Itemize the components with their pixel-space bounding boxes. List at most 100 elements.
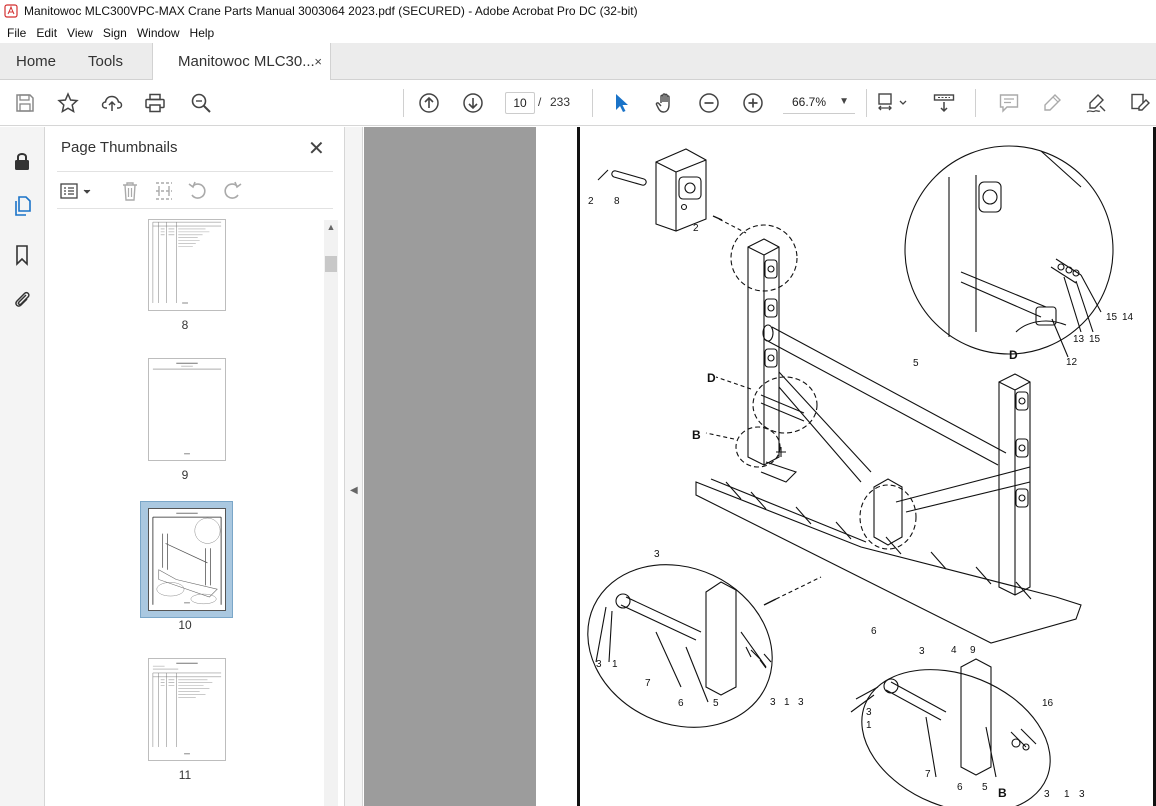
extract-pages-icon[interactable] xyxy=(153,180,175,202)
zoom-value: 66.7% xyxy=(792,95,827,109)
menu-bar: File Edit View Sign Window Help xyxy=(0,22,1156,43)
upload-icon[interactable] xyxy=(100,92,124,114)
chevron-down-icon: ▼ xyxy=(839,96,849,107)
callout-label: 5 xyxy=(982,782,988,793)
callout-label: 15 xyxy=(1106,312,1118,323)
rotate-right-icon[interactable] xyxy=(221,180,243,202)
callout-label: 1 xyxy=(1064,789,1070,800)
options-menu-icon[interactable] xyxy=(59,180,95,202)
toolbar-divider xyxy=(403,89,404,117)
hand-icon[interactable] xyxy=(653,92,677,114)
sign-icon[interactable] xyxy=(1084,92,1108,114)
highlight-icon[interactable] xyxy=(1040,92,1064,114)
page-down-icon[interactable] xyxy=(461,92,485,114)
nav-rail xyxy=(0,127,45,806)
window-title: Manitowoc MLC300VPC-MAX Crane Parts Manu… xyxy=(24,4,638,18)
pdf-page: 2 8 2 D B 5 D 13 15 15 14 12 3 3 1 7 6 5… xyxy=(536,127,1156,806)
scroll-up-icon[interactable]: ▲ xyxy=(324,222,338,234)
tab-tools[interactable]: Tools xyxy=(88,43,123,80)
lock-icon[interactable] xyxy=(10,149,34,173)
callout-label: 14 xyxy=(1122,312,1134,323)
menu-file[interactable]: File xyxy=(2,26,31,40)
scroll-mode-icon[interactable] xyxy=(932,92,956,114)
title-bar: Manitowoc MLC300VPC-MAX Crane Parts Manu… xyxy=(0,0,1156,22)
page-thumbnails-icon[interactable] xyxy=(10,194,34,218)
callout-label: 3 xyxy=(919,646,925,657)
find-icon[interactable] xyxy=(189,92,213,114)
callout-label: 3 xyxy=(866,707,872,718)
callout-label: 5 xyxy=(713,698,719,709)
thumbnail-label: 10 xyxy=(178,618,192,632)
fit-page-icon[interactable] xyxy=(876,92,910,114)
callout-label: 3 xyxy=(1079,789,1085,800)
callout-label: 9 xyxy=(970,645,976,656)
callout-label: 15 xyxy=(1089,334,1101,345)
menu-edit[interactable]: Edit xyxy=(31,26,62,40)
menu-help[interactable]: Help xyxy=(185,26,220,40)
save-icon[interactable] xyxy=(13,92,37,114)
scrollbar-thumb[interactable] xyxy=(325,256,337,272)
tab-document[interactable]: Manitowoc MLC30... × xyxy=(152,43,331,80)
tab-home[interactable]: Home xyxy=(16,43,56,80)
callout-label: B xyxy=(998,786,1007,800)
toolbar-divider xyxy=(866,89,867,117)
callout-label: 6 xyxy=(678,698,684,709)
callout-label: 2 xyxy=(693,223,699,234)
menu-window[interactable]: Window xyxy=(132,26,185,40)
print-icon[interactable] xyxy=(143,92,167,114)
parts-drawing: 2 8 2 D B 5 D 13 15 15 14 12 3 3 1 7 6 5… xyxy=(587,145,1134,806)
trash-icon[interactable] xyxy=(119,180,141,202)
callout-label: 6 xyxy=(871,626,877,637)
callout-label: 5 xyxy=(913,358,919,369)
callout-label: 1 xyxy=(866,720,872,731)
tab-close-icon[interactable]: × xyxy=(314,54,322,69)
page-number-input[interactable] xyxy=(505,92,535,114)
close-icon[interactable]: ✕ xyxy=(308,136,325,161)
tab-document-label: Manitowoc MLC30... xyxy=(178,53,315,70)
page-separator: / xyxy=(538,95,542,109)
panel-collapse-handle[interactable]: ◀ xyxy=(345,127,363,806)
page-total: 233 xyxy=(550,95,571,109)
thumbnail-page-10[interactable] xyxy=(148,508,226,611)
page-up-icon[interactable] xyxy=(417,92,441,114)
thumbnails-scrollbar[interactable]: ▲ xyxy=(324,220,338,806)
thumbnail-label: 9 xyxy=(181,468,189,482)
callout-label: 4 xyxy=(951,645,957,656)
callout-label: D xyxy=(1009,348,1018,362)
comment-icon[interactable] xyxy=(997,92,1021,114)
callout-label: D xyxy=(707,371,716,385)
callout-label: 6 xyxy=(957,782,963,793)
callout-label: 3 xyxy=(798,697,804,708)
document-viewport[interactable]: 2 8 2 D B 5 D 13 15 15 14 12 3 3 1 7 6 5… xyxy=(364,127,1156,806)
menu-view[interactable]: View xyxy=(62,26,98,40)
tab-bar: Home Tools Manitowoc MLC30... × xyxy=(0,43,1156,80)
rotate-left-icon[interactable] xyxy=(187,180,209,202)
thumbnail-label: 8 xyxy=(181,318,189,332)
thumbnail-page-9[interactable] xyxy=(148,358,226,461)
star-icon[interactable] xyxy=(56,92,80,114)
acrobat-icon xyxy=(4,4,18,18)
callout-label: 7 xyxy=(645,678,651,689)
zoom-out-icon[interactable] xyxy=(697,92,721,114)
panel-title: Page Thumbnails xyxy=(61,139,178,156)
bookmark-icon[interactable] xyxy=(10,243,34,267)
callout-label: 13 xyxy=(1073,334,1085,345)
thumbnail-page-11[interactable] xyxy=(148,658,226,761)
thumbnail-label: 11 xyxy=(178,768,192,782)
callout-label: 3 xyxy=(654,549,660,560)
thumbnails-toolbar xyxy=(57,171,333,209)
select-cursor-icon[interactable] xyxy=(609,92,633,114)
zoom-in-icon[interactable] xyxy=(741,92,765,114)
callout-label: 8 xyxy=(614,196,620,207)
callout-label: 3 xyxy=(1044,789,1050,800)
menu-sign[interactable]: Sign xyxy=(98,26,132,40)
attachment-icon[interactable] xyxy=(10,287,34,311)
callout-label: 1 xyxy=(784,697,790,708)
edit-icon[interactable] xyxy=(1128,92,1152,114)
callout-label: 12 xyxy=(1066,357,1078,368)
callout-label: 7 xyxy=(925,769,931,780)
zoom-select[interactable]: 66.7% ▼ xyxy=(783,91,855,114)
thumbnail-page-8[interactable] xyxy=(148,219,226,311)
callout-label: 16 xyxy=(1042,698,1054,709)
callout-label: 1 xyxy=(612,659,618,670)
